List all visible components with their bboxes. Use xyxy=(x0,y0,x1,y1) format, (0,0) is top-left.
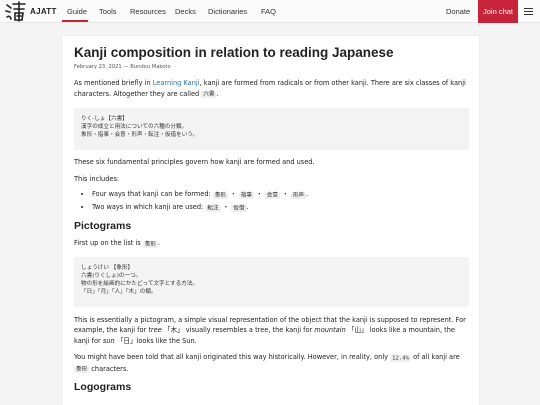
join-chat-button[interactable]: Join chat xyxy=(478,0,518,23)
donate-button[interactable]: Donate xyxy=(446,7,470,16)
nav-link-tools[interactable]: Tools xyxy=(99,7,117,16)
includes-paragraph: This includes: xyxy=(74,174,120,183)
article-card: Kanji composition in relation to reading… xyxy=(61,35,480,405)
article-meta: February 23, 2021 — Bundou Makoto xyxy=(74,64,171,70)
fundamental-paragraph: These six fundamental principles govern … xyxy=(74,158,315,166)
kanji-logo-icon[interactable] xyxy=(4,1,28,23)
nav-link-faq[interactable]: FAQ xyxy=(261,7,276,16)
dictionary-quote: りく-しょ【六書】 漢字の成立と用法についての六種の分類。 象形・指事・会意・形… xyxy=(74,108,469,150)
active-tab-indicator xyxy=(62,20,88,22)
list-item: Four ways that kanji can be formed: 象形 ・… xyxy=(92,188,469,201)
hamburger-menu-icon[interactable] xyxy=(524,8,533,16)
pictogram-paragraph: This is essentially a pictogram, a simpl… xyxy=(74,315,466,345)
formation-list: Four ways that kanji can be formed: 象形 ・… xyxy=(74,188,469,214)
first-up-paragraph: First up on the list is 象形. xyxy=(74,239,161,248)
list-item: Two ways in which kanji are used: 転注 ・ 仮… xyxy=(92,201,469,214)
intro-paragraph: As mentioned briefly in Learning Kanji, … xyxy=(74,79,466,98)
section-heading-logograms: Logograms xyxy=(74,381,132,393)
article-content: Kanji composition in relation to reading… xyxy=(74,45,469,394)
nav-link-decks[interactable]: Decks xyxy=(175,7,196,16)
dictionary-quote: しょうけい 【象形】 六書(りくしょ)の一つ。 物の形を絵画的にかたどって文字と… xyxy=(74,256,469,307)
learning-kanji-link[interactable]: Learning Kanji xyxy=(153,79,200,87)
site-logo-text[interactable]: AJATT xyxy=(30,7,57,16)
history-paragraph: You might have been told that all kanji … xyxy=(74,353,460,373)
article-title: Kanji composition in relation to reading… xyxy=(74,45,394,60)
nav-link-dictionaries[interactable]: Dictionaries xyxy=(208,7,247,16)
section-heading-pictograms: Pictograms xyxy=(74,220,132,232)
nav-link-guide[interactable]: Guide xyxy=(67,7,87,16)
top-navbar: AJATT Guide Tools Resources Decks Dictio… xyxy=(0,0,540,23)
term-chip: 六書 xyxy=(201,91,217,98)
nav-link-resources[interactable]: Resources xyxy=(130,7,166,16)
